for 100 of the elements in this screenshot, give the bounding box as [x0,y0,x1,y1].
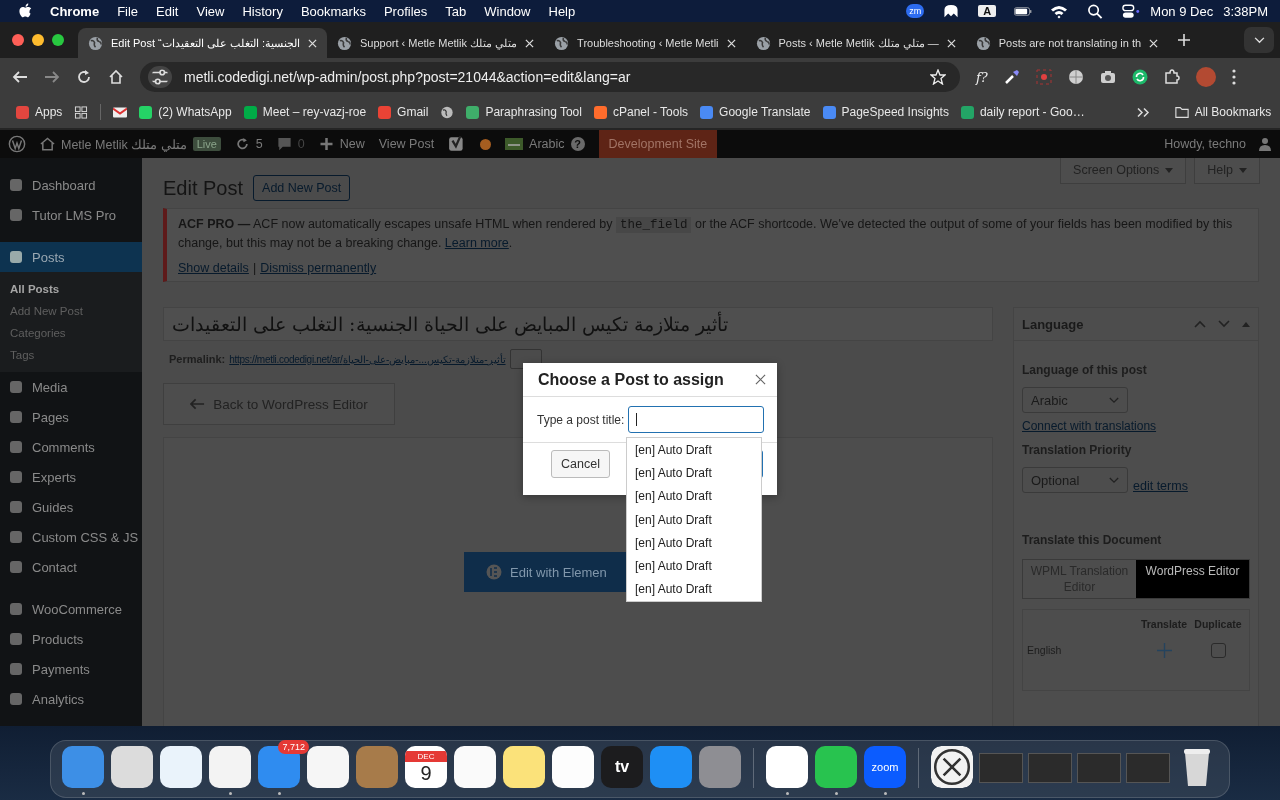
bookmark-item[interactable]: (2) WhatsApp [139,105,232,119]
suggestion-item[interactable]: [en] Auto Draft [627,438,761,462]
home-icon[interactable] [108,69,124,85]
sidebar-menu-item[interactable]: Pages [0,402,142,432]
window-thumbnail[interactable] [979,753,1023,783]
bookmark-item[interactable]: Google Translate [700,105,811,119]
bookmark-item[interactable]: PageSpeed Insights [822,105,949,119]
menu-item[interactable]: Bookmarks [300,3,366,19]
sidebar-menu-item[interactable]: WooCommerce [0,594,142,624]
apple-logo-icon[interactable] [18,3,32,19]
post-title-input[interactable] [628,406,765,433]
zoom-status-icon[interactable]: zm [906,4,925,18]
all-bookmarks-button[interactable]: All Bookmarks [1174,105,1272,119]
app-icon[interactable] [815,746,857,788]
browser-tab[interactable]: Posts ‹ Metle Metlik متلي متلك — [745,28,966,58]
sidebar-menu-item[interactable]: Dashboard [0,170,142,200]
updates-link[interactable]: 5 [234,137,263,151]
suggestion-item[interactable]: [en] Auto Draft [627,507,761,532]
menu-item[interactable]: Tab [445,3,467,19]
bookmark-item[interactable]: Meet – rey-vazj-roe [243,105,367,119]
account-menu[interactable]: Howdy, techno [1164,137,1272,151]
app-icon[interactable] [111,746,153,788]
app-icon[interactable] [552,746,594,788]
back-arrow-icon[interactable] [12,69,28,85]
input-source-indicator[interactable]: A [978,5,997,17]
browser-tab[interactable]: Posts are not translating in th [965,28,1169,58]
app-icon[interactable] [454,746,496,788]
language-switcher[interactable]: Arabic ? [505,137,585,151]
close-icon[interactable] [755,374,766,385]
more-menu-icon[interactable] [1231,69,1236,85]
close-window-button[interactable] [12,34,24,46]
duplicate-checkbox[interactable] [1210,642,1226,658]
trash-can-icon[interactable] [1182,746,1212,788]
window-thumbnail[interactable] [1028,753,1072,783]
tab-search-button[interactable] [1244,27,1274,53]
app-icon[interactable] [307,746,349,788]
address-bar[interactable]: metli.codedigi.net/wp-admin/post.php?post=21044&action=edit&lang=ar [140,62,960,92]
sidebar-menu-item[interactable]: Analytics [0,684,142,714]
window-thumbnail[interactable] [1126,753,1170,783]
view-post-link[interactable]: View Post [378,137,435,151]
app-icon[interactable] [209,746,251,788]
sidebar-menu-item[interactable]: Contact [0,552,142,582]
menu-item[interactable]: File [117,3,139,19]
sidebar-menu-item[interactable]: Comments [0,432,142,462]
app-icon[interactable]: zoom [864,746,906,788]
app-icon[interactable] [766,746,808,788]
shield-m-icon[interactable] [942,3,961,19]
sidebar-menu-item[interactable]: Custom CSS & JS [0,522,142,552]
record-icon[interactable] [1035,69,1052,85]
extension-button[interactable]: f? [976,69,988,85]
zoom-window-button[interactable] [52,34,64,46]
new-link[interactable]: New [318,137,365,151]
sidebar-menu-item[interactable]: Payments [0,654,142,684]
app-icon[interactable] [160,746,202,788]
suggestion-item[interactable]: [en] Auto Draft [627,484,761,508]
star-icon[interactable] [930,69,946,85]
mail-envelope-icon[interactable] [113,105,128,119]
sidebar-menu-item[interactable]: Media [0,372,142,402]
menu-item[interactable]: View [196,3,225,19]
toggle-switches-icon[interactable] [1122,3,1141,19]
bookmark-item[interactable]: Gmail [378,105,429,119]
sidebar-menu-item[interactable]: Posts [0,242,142,272]
site-name-link[interactable]: Metle Metlik متلي متلك [40,136,187,152]
reload-icon[interactable] [76,69,92,85]
menu-item[interactable]: Edit [156,3,179,19]
search-icon[interactable] [1086,3,1105,19]
camera-icon[interactable] [1099,69,1116,85]
app-icon[interactable]: tv [601,746,643,788]
eyedropper-icon[interactable] [1003,69,1020,85]
submenu-item[interactable]: All Posts [0,278,142,300]
bookmark-item[interactable]: daily report - Goo… [960,105,1085,119]
menu-item[interactable]: Profiles [383,3,428,19]
browser-tab[interactable]: Support ‹ Metle Metlik متلي متلك [327,28,545,58]
sidebar-menu-item[interactable]: Guides [0,492,142,522]
app-icon[interactable] [503,746,545,788]
menu-item[interactable]: Help [548,3,576,19]
suggestion-item[interactable]: [en] Auto Draft [627,531,761,555]
browser-tab[interactable]: Troubleshooting ‹ Metle Metli [544,28,746,58]
window-thumbnail[interactable] [1077,753,1121,783]
minimize-window-button[interactable] [32,34,44,46]
wordpress-logo-icon[interactable] [8,135,26,153]
globe-icon[interactable] [440,105,455,119]
date-text[interactable]: Mon 9 Dec [1150,3,1214,19]
bookmark-item[interactable]: Paraphrasing Tool [466,105,582,119]
sidebar-menu-item[interactable]: Experts [0,462,142,492]
app-menu[interactable]: Chrome [50,3,100,19]
more-chevrons-icon[interactable] [1136,105,1151,119]
bookmark-item[interactable]: cPanel - Tools [593,105,689,119]
browser-tab[interactable]: Edit Post “الجنسية: التغلب على التعقيدات [78,28,327,58]
menu-item[interactable]: History [242,3,283,19]
new-tab-plus-icon[interactable] [1178,34,1191,46]
refresh-circle-icon[interactable] [1131,69,1148,85]
sidebar-menu-item[interactable]: Products [0,624,142,654]
site-settings-icon[interactable] [148,66,172,88]
circled-x-icon[interactable] [931,746,973,788]
wifi-icon[interactable] [1050,3,1069,19]
globe-icon[interactable] [1067,69,1084,85]
app-icon[interactable]: DEC 9 [405,746,447,788]
bookmark-item[interactable]: Apps [16,105,63,119]
forward-arrow-icon[interactable] [44,69,60,85]
